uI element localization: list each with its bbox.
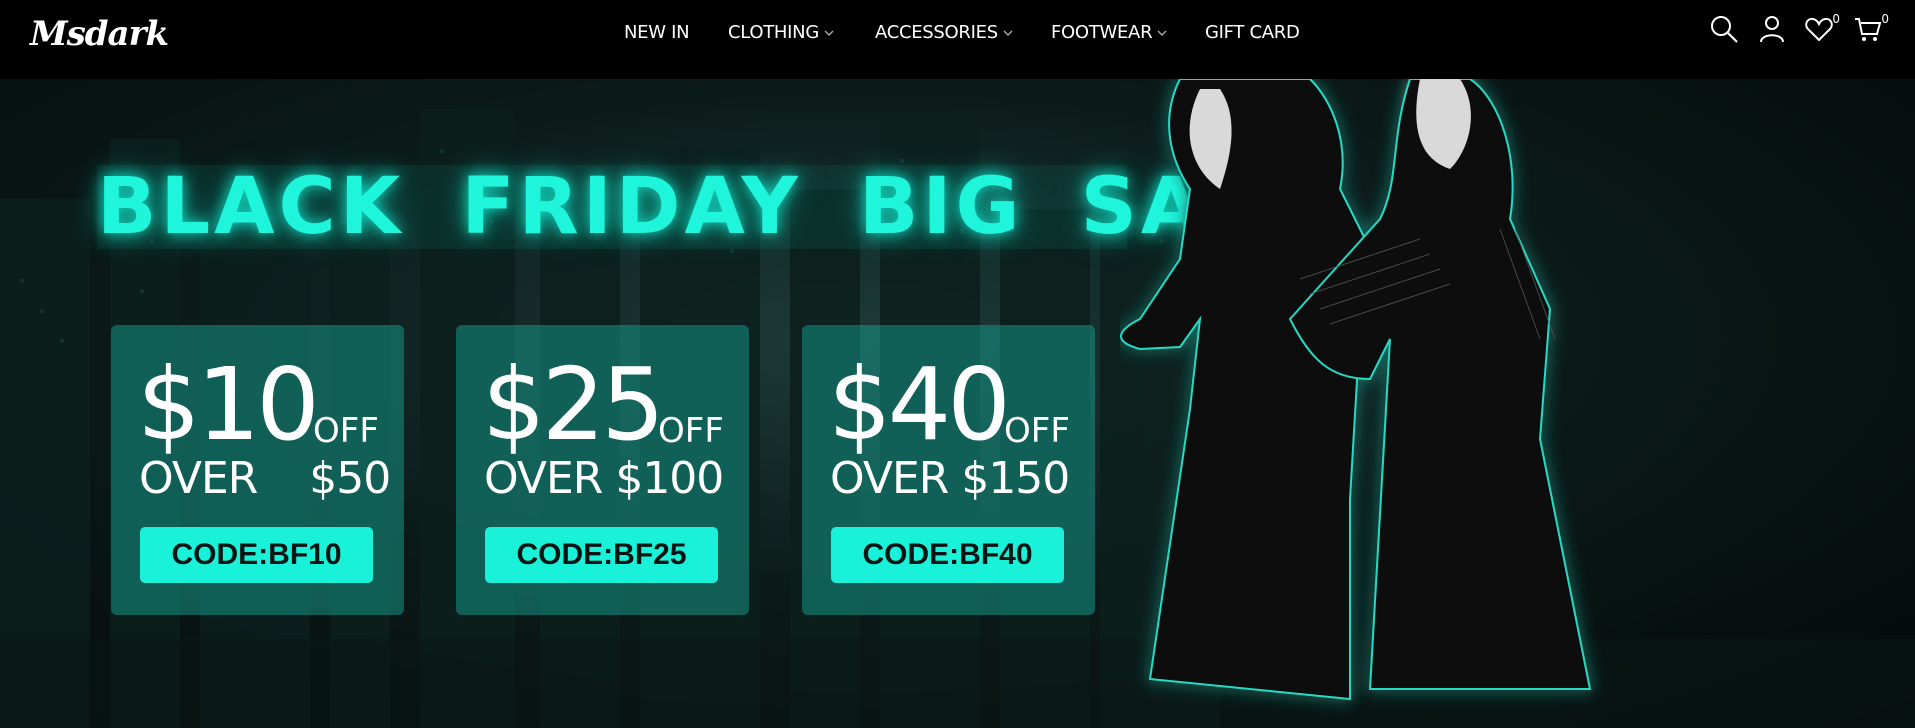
coupon-code[interactable]: CODE:BF40 bbox=[831, 527, 1064, 583]
search-icon bbox=[1711, 16, 1738, 43]
wishlist-count: 0 bbox=[1832, 12, 1840, 26]
nav-item-accessories[interactable]: ACCESSORIES bbox=[875, 22, 1013, 43]
nav-item-label: NEW IN bbox=[624, 22, 690, 43]
chevron-down-icon bbox=[1003, 30, 1013, 36]
chevron-down-icon bbox=[824, 30, 834, 36]
nav-item-label: FOOTWEAR bbox=[1051, 22, 1153, 43]
coupon-amount: $10 bbox=[137, 346, 320, 463]
coupon-code[interactable]: CODE:BF25 bbox=[485, 527, 718, 583]
nav-item-new-in[interactable]: NEW IN bbox=[624, 22, 690, 43]
nav-item-gift-card[interactable]: GIFT CARD bbox=[1205, 22, 1300, 43]
coupon-card: $40 OFF OVER $150 CODE:BF40 bbox=[802, 325, 1095, 615]
site-header: Msdark NEW IN CLOTHING ACCESSORIES FOOTW… bbox=[0, 0, 1915, 79]
hero-banner[interactable]: BLACK FRIDAY BIG SALE $10 OFF OVER $50 C… bbox=[0, 79, 1915, 728]
coupon-off-label: OFF bbox=[658, 411, 724, 451]
wishlist-button[interactable]: 0 bbox=[1804, 12, 1840, 48]
chevron-down-icon bbox=[1157, 30, 1167, 36]
coupon-condition: OVER $100 bbox=[484, 453, 724, 504]
nav-item-clothing[interactable]: CLOTHING bbox=[728, 22, 834, 43]
coupon-amount: $40 bbox=[828, 346, 1011, 463]
coupon-amount: $25 bbox=[482, 346, 665, 463]
user-icon bbox=[1760, 16, 1784, 43]
header-actions: 0 0 bbox=[1695, 12, 1915, 54]
coupon-card: $10 OFF OVER $50 CODE:BF10 bbox=[111, 325, 404, 615]
coupon-condition: OVER $50 bbox=[139, 453, 391, 504]
main-nav: NEW IN CLOTHING ACCESSORIES FOOTWEAR GIF… bbox=[0, 0, 1915, 68]
cart-button[interactable]: 0 bbox=[1853, 12, 1889, 48]
coupon-code[interactable]: CODE:BF10 bbox=[140, 527, 373, 583]
cart-icon bbox=[1855, 18, 1882, 41]
coupon-card: $25 OFF OVER $100 CODE:BF25 bbox=[456, 325, 749, 615]
sale-headline: BLACK FRIDAY BIG SALE bbox=[97, 162, 1317, 252]
coupon-condition: OVER $150 bbox=[830, 453, 1070, 504]
account-button[interactable] bbox=[1757, 14, 1789, 48]
nav-item-label: CLOTHING bbox=[728, 22, 819, 43]
heart-icon bbox=[1805, 17, 1833, 42]
search-button[interactable] bbox=[1709, 14, 1741, 48]
models-image bbox=[1120, 79, 1592, 701]
coupon-off-label: OFF bbox=[313, 411, 379, 451]
nav-item-label: ACCESSORIES bbox=[875, 22, 998, 43]
cart-count: 0 bbox=[1881, 12, 1889, 26]
nav-item-label: GIFT CARD bbox=[1205, 22, 1300, 43]
coupon-off-label: OFF bbox=[1004, 411, 1070, 451]
nav-item-footwear[interactable]: FOOTWEAR bbox=[1051, 22, 1167, 43]
